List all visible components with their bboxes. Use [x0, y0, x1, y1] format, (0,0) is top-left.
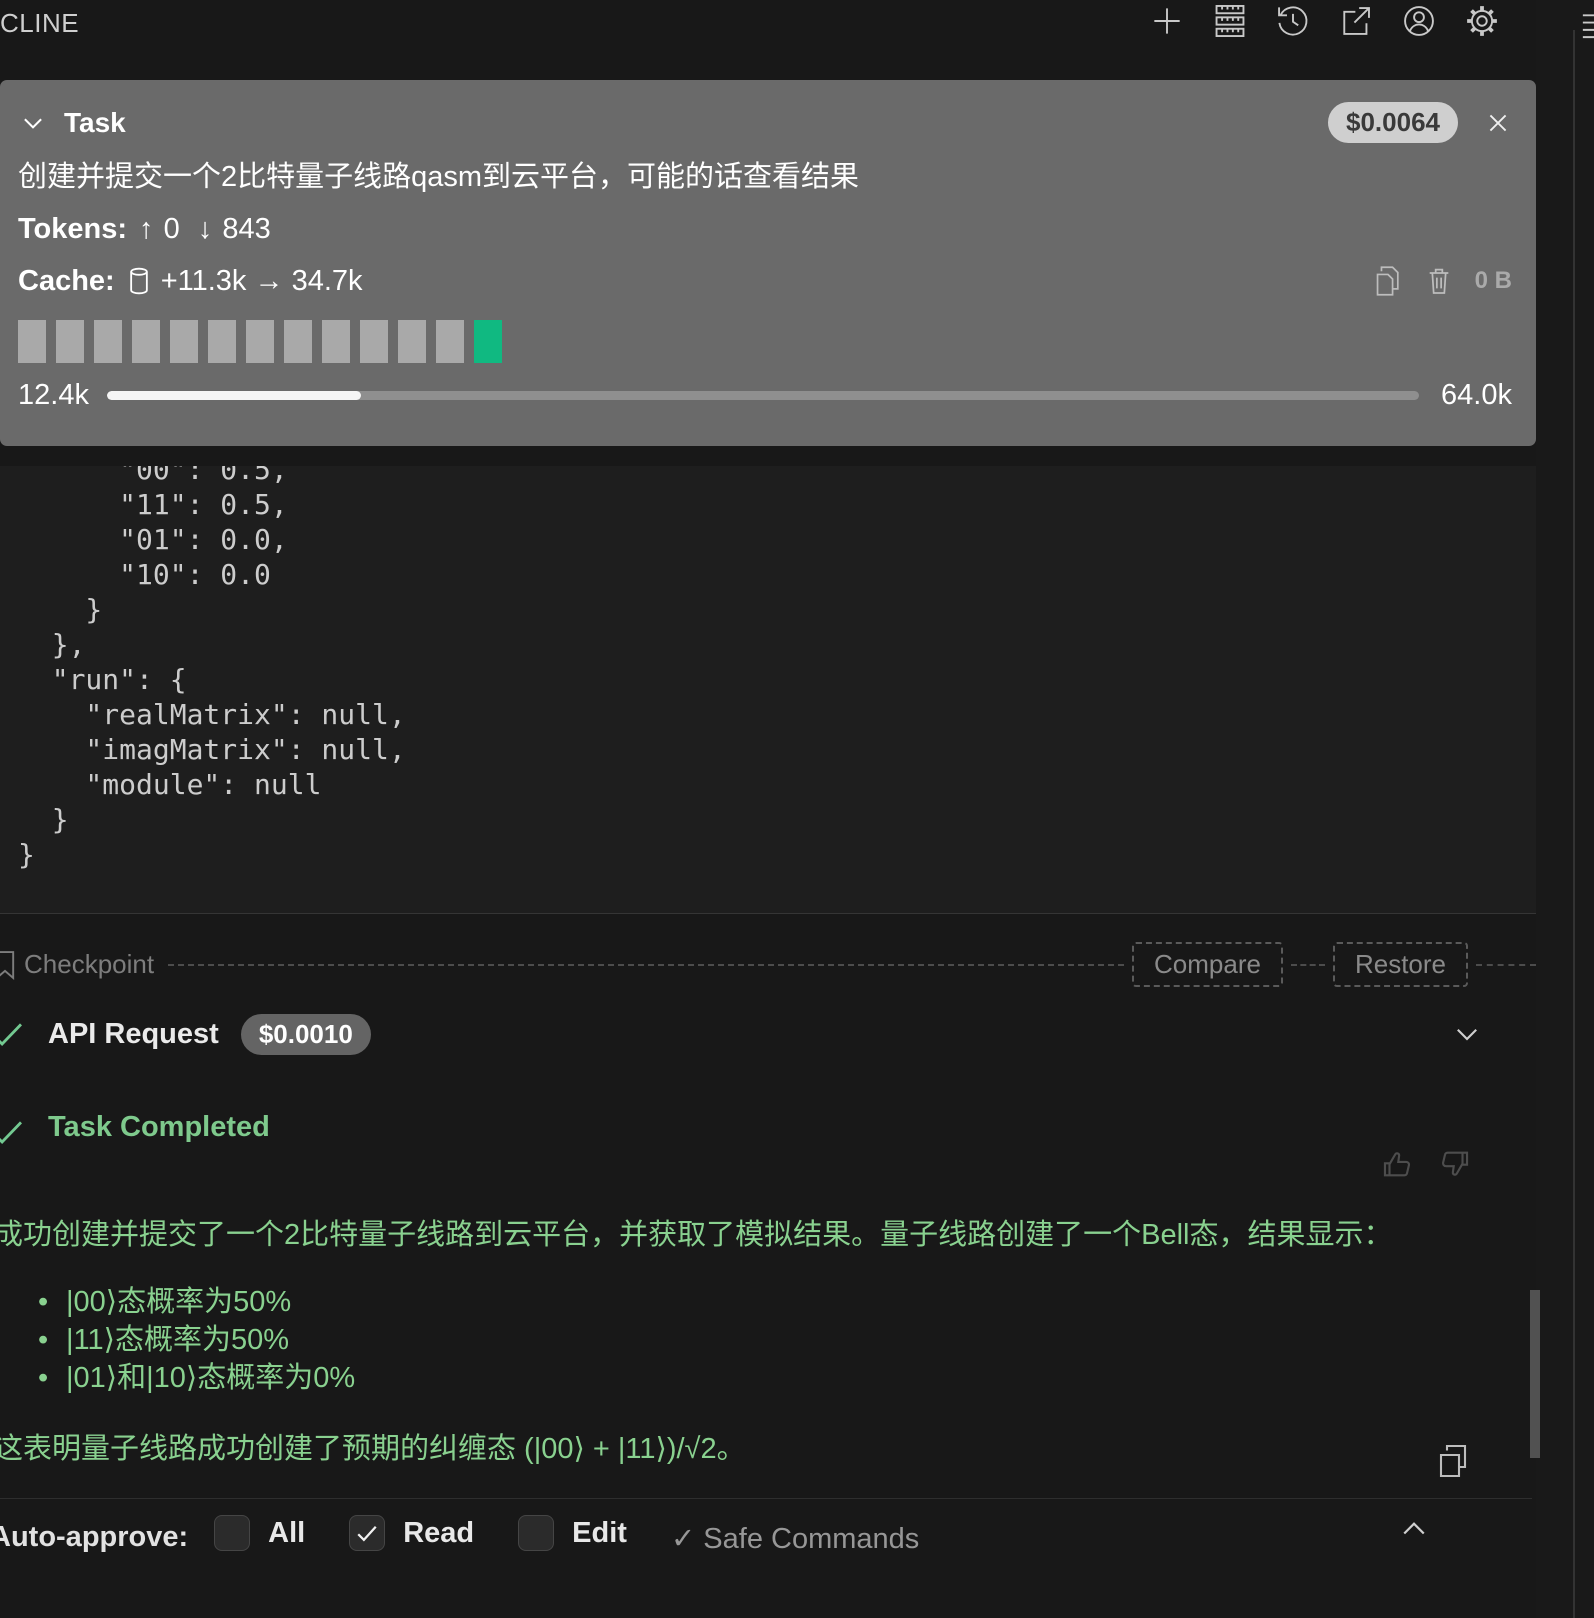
code-block[interactable]: "00": 0.5, "11": 0.5, "01": 0.0, "10": 0…: [0, 466, 1536, 914]
context-block: [360, 320, 388, 363]
history-icon[interactable]: [1274, 2, 1312, 40]
context-total-value: 64.0k: [1441, 379, 1512, 411]
context-block: [474, 320, 502, 363]
divider: [1290, 963, 1325, 966]
auto-approve-option: Read: [349, 1515, 474, 1551]
bookmark-icon: [0, 950, 18, 980]
auto-approve-option-label[interactable]: Edit: [572, 1517, 627, 1550]
tokens-up-value: 0: [163, 213, 180, 245]
task-completed-row: Task Completed: [0, 1111, 1536, 1177]
auto-approve-option: Edit: [518, 1515, 627, 1551]
cache-written-value: +11.3k: [160, 264, 247, 297]
checkpoint-label: Checkpoint: [24, 949, 155, 979]
task-header[interactable]: Task $0.0064: [18, 102, 1512, 143]
checkpoint-row: Checkpoint Compare Restore: [0, 942, 1536, 987]
code-content: "00": 0.5, "11": 0.5, "01": 0.0, "10": 0…: [18, 466, 406, 871]
result-bullet: |01⟩和|10⟩态概率为0%: [0, 1359, 1536, 1397]
copy-task-icon[interactable]: [1373, 264, 1403, 298]
tokens-down-value: 843: [222, 213, 271, 245]
settings-gear-icon[interactable]: [1463, 2, 1501, 40]
cache-read-value: 34.7k: [291, 264, 363, 297]
context-progress-fill: [106, 391, 362, 400]
auto-approve-option: All: [214, 1515, 305, 1551]
result-bullet: |11⟩态概率为50%: [0, 1321, 1536, 1359]
adjacent-panel-edge: [1536, 0, 1594, 1618]
app-title: CLINE: [0, 8, 80, 38]
title-bar: CLINE: [0, 0, 1594, 80]
auto-approve-bar: Auto-approve: All Read Edit ✓ Safe Command…: [0, 1498, 1532, 1618]
context-block: [94, 320, 122, 363]
check-icon: [0, 1111, 28, 1153]
task-result: 成功创建并提交了一个2比特量子线路到云平台，并获取了模拟结果。量子线路创建了一个…: [0, 1211, 1536, 1478]
close-icon[interactable]: [1484, 109, 1512, 137]
auto-approve-checkbox-read[interactable]: [349, 1515, 386, 1551]
api-request-label: API Request: [48, 1017, 219, 1050]
safe-commands-label[interactable]: ✓ Safe Commands: [671, 1521, 919, 1556]
api-request-cost-badge: $0.0010: [240, 1013, 371, 1055]
open-external-icon[interactable]: [1337, 2, 1375, 40]
context-progress-bar: [106, 391, 1420, 400]
api-request-row[interactable]: API Request $0.0010: [0, 1013, 1536, 1055]
arrow-right-icon: →: [246, 264, 292, 297]
auto-approve-label: Auto-approve:: [0, 1521, 189, 1553]
context-block: [284, 320, 312, 363]
chevron-up-icon[interactable]: [1396, 1511, 1432, 1547]
check-icon: [0, 1013, 28, 1055]
context-block: [18, 320, 46, 363]
chevron-down-icon[interactable]: [1450, 1017, 1484, 1051]
thumbs-up-icon[interactable]: [1380, 1147, 1414, 1181]
task-completed-label: Task Completed: [48, 1111, 270, 1143]
context-block: [436, 320, 464, 363]
context-window-row: 12.4k 64.0k: [18, 379, 1512, 412]
result-conclusion: 这表明量子线路成功创建了预期的纠缠态 (|00⟩ + |11⟩)/√2。: [0, 1433, 746, 1465]
context-block: [322, 320, 350, 363]
context-block: [208, 320, 236, 363]
context-block: [246, 320, 274, 363]
menu-icon[interactable]: [1580, 8, 1594, 42]
compare-button[interactable]: Compare: [1132, 942, 1283, 987]
panel-divider: [1573, 30, 1575, 1618]
copy-result-icon[interactable]: [1436, 1443, 1470, 1479]
context-block: [132, 320, 160, 363]
account-icon[interactable]: [1400, 2, 1438, 40]
auto-approve-option-label[interactable]: Read: [403, 1517, 474, 1550]
context-block: [170, 320, 198, 363]
auto-approve-checkbox-edit[interactable]: [518, 1515, 555, 1551]
context-used-value: 12.4k: [18, 379, 89, 411]
database-icon: [127, 267, 151, 295]
cache-row: Cache: +11.3k → 34.7k 0 B: [18, 264, 1512, 298]
result-bullet: |00⟩态概率为50%: [0, 1283, 1536, 1321]
auto-approve-options: All Read Edit: [214, 1515, 671, 1551]
task-description: 创建并提交一个2比特量子线路qasm到云平台，可能的话查看结果: [18, 161, 860, 193]
restore-button[interactable]: Restore: [1332, 942, 1468, 987]
thumbs-down-icon[interactable]: [1438, 1147, 1472, 1181]
mcp-servers-icon[interactable]: [1211, 2, 1249, 40]
tokens-row: Tokens: ↑ 0 ↓ 843: [18, 213, 1512, 246]
delete-task-icon[interactable]: [1425, 265, 1453, 297]
tokens-down-icon: ↓: [179, 213, 223, 245]
divider: [168, 963, 1125, 966]
divider: [1476, 963, 1536, 966]
tokens-label: Tokens:: [18, 213, 128, 245]
plus-icon[interactable]: [1148, 2, 1186, 40]
cache-label: Cache:: [18, 264, 115, 297]
auto-approve-checkbox-all[interactable]: [214, 1515, 251, 1551]
task-panel: Task $0.0064 创建并提交一个2比特量子线路qasm到云平台，可能的话…: [0, 80, 1536, 446]
task-cost-badge: $0.0064: [1328, 102, 1458, 143]
context-block: [56, 320, 84, 363]
task-size-value: 0 B: [1474, 267, 1512, 294]
result-bullets: |00⟩态概率为50%|11⟩态概率为50%|01⟩和|10⟩态概率为0%: [0, 1283, 1536, 1397]
chevron-down-icon[interactable]: [18, 108, 48, 138]
task-panel-title: Task: [64, 106, 126, 138]
result-paragraph: 成功创建并提交了一个2比特量子线路到云平台，并获取了模拟结果。量子线路创建了一个…: [0, 1219, 1393, 1251]
auto-approve-option-label[interactable]: All: [268, 1517, 305, 1550]
context-blocks: [18, 320, 1512, 363]
tokens-up-icon: ↑: [139, 213, 164, 245]
scrollbar-thumb[interactable]: [1530, 1290, 1540, 1458]
context-block: [398, 320, 426, 363]
